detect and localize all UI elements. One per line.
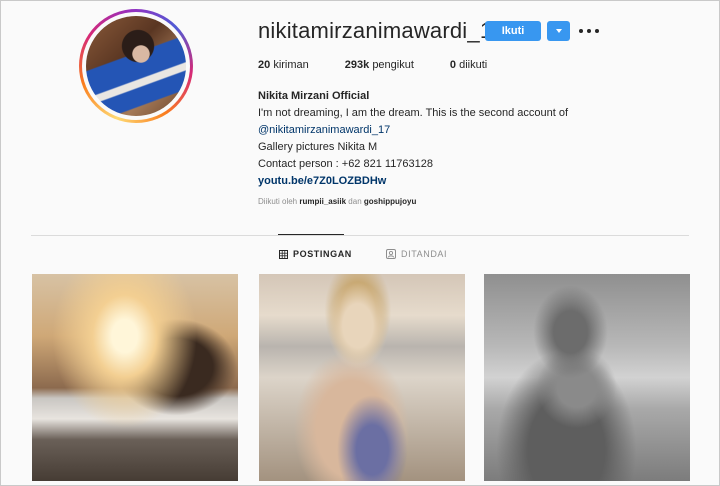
suggestions-dropdown-button[interactable] bbox=[547, 21, 570, 41]
chevron-down-icon bbox=[555, 29, 562, 33]
following-count: 0 bbox=[449, 59, 457, 71]
followed-by-prefix: Diikuti oleh bbox=[258, 197, 298, 206]
more-options-button[interactable] bbox=[579, 21, 599, 41]
followed-by-joiner: dan bbox=[348, 197, 362, 206]
display-name: Nikita Mirzani Official bbox=[258, 90, 370, 102]
avatar-image bbox=[86, 16, 186, 116]
dot-icon bbox=[579, 29, 583, 33]
avatar-gap bbox=[82, 12, 190, 120]
posts-count-stat: 20 kiriman bbox=[258, 59, 309, 71]
profile-bio: Nikita Mirzani Official I'm not dreaming… bbox=[258, 88, 618, 190]
follow-button[interactable]: Ikuti bbox=[485, 21, 541, 41]
tab-tagged[interactable]: DITANDAI bbox=[386, 249, 447, 259]
followers-count: 293k bbox=[344, 59, 370, 71]
post-thumbnail[interactable] bbox=[32, 274, 238, 481]
following-stat[interactable]: 0 diikuti bbox=[450, 59, 487, 71]
following-label: diikuti bbox=[459, 59, 488, 71]
tab-tagged-label: DITANDAI bbox=[401, 249, 448, 259]
followers-label: pengikut bbox=[372, 59, 414, 71]
tab-posts-label: POSTINGAN bbox=[293, 249, 352, 259]
tab-posts[interactable]: POSTINGAN bbox=[278, 234, 352, 259]
dot-icon bbox=[595, 29, 599, 33]
post-thumbnail[interactable] bbox=[259, 274, 465, 481]
bio-line: I'm not dreaming, I am the dream. This i… bbox=[258, 107, 569, 119]
bio-line: Gallery pictures Nikita M bbox=[258, 141, 378, 153]
followers-stat[interactable]: 293k pengikut bbox=[345, 59, 414, 71]
divider bbox=[31, 235, 689, 236]
grid-icon bbox=[279, 249, 288, 259]
posts-count: 20 bbox=[258, 59, 271, 71]
dot-icon bbox=[587, 29, 591, 33]
username: nikitamirzanimawardi_172 bbox=[258, 18, 518, 43]
tagged-user-icon bbox=[386, 249, 396, 259]
profile-avatar[interactable] bbox=[79, 9, 193, 123]
follower-link[interactable]: rumpii_asiik bbox=[299, 197, 346, 206]
post-thumbnail[interactable] bbox=[484, 274, 690, 481]
follower-link[interactable]: goshippujoyu bbox=[364, 197, 416, 206]
profile-stats: 20 kiriman 293k pengikut 0 diikuti bbox=[258, 59, 523, 71]
followed-by: Diikuti oleh rumpii_asiik dan goshippujo… bbox=[258, 197, 416, 206]
mention-link[interactable]: @nikitamirzanimawardi_17 bbox=[258, 122, 618, 139]
posts-label: kiriman bbox=[273, 59, 309, 71]
bio-line: Contact person : +62 821 11763128 bbox=[258, 158, 434, 170]
external-link[interactable]: youtu.be/e7Z0LOZBDHw bbox=[258, 173, 618, 190]
